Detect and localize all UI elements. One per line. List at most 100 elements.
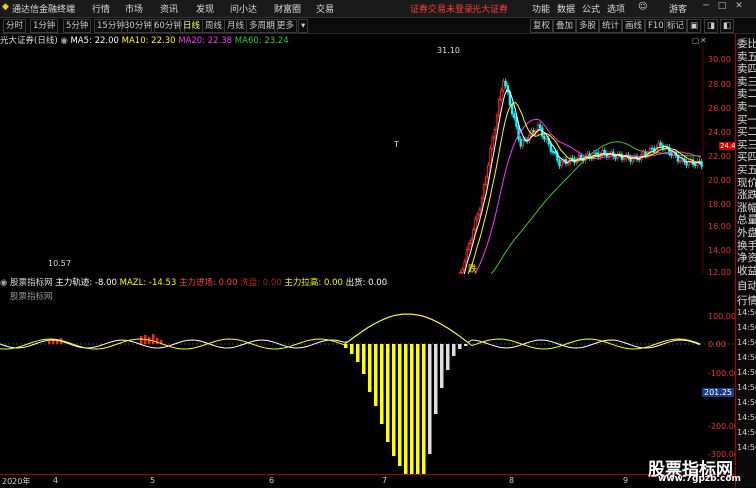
y-tick-30: 30.00 [708,55,731,64]
y-tick-16: 16.00 [708,222,731,231]
menu-options[interactable]: 选项 [607,2,625,15]
layout-icon[interactable]: ▣ [687,19,702,33]
btn-multi-stock[interactable]: 多股 [576,19,600,33]
side-lower-item-4: 14:50 [737,338,756,347]
indicator-settings-icon[interactable]: ◉ [0,278,7,288]
indicator-entry: 主力进场: 0.00 [179,278,238,288]
tab-weekly[interactable]: 周线 [202,19,226,33]
minimize-icon[interactable]: ─ [700,1,712,14]
user-icon[interactable]: ☺ [638,2,647,12]
pullup-bar [458,344,462,349]
menu-trade[interactable]: 交易 [316,2,334,15]
side-lower-item-9: 14:56 [737,413,756,422]
menu-discover[interactable]: 发现 [196,2,214,15]
indicator-info: ◉ 股票指标网 主力轨迹: -8.00 MAZL: -14.53 主力进场: 0… [0,276,387,288]
ind-y-tick-0: 0.00 [708,340,726,349]
last-price-tag: 24.4 [719,142,737,150]
ma60-label: MA60: 23.24 [234,36,289,46]
pullup-bar [422,344,426,474]
pullup-bar [440,344,444,388]
chart-close-icon[interactable]: ✕ [700,36,707,45]
x-label-8: 8 [509,476,515,485]
ma5-line [463,89,702,274]
pullup-bar [356,344,360,362]
ind-y-tick-100: 100.00 [708,312,736,321]
t-marker: T [394,140,399,149]
entry-bar [152,334,155,344]
side-lower-item-6: 14:50 [737,368,756,377]
ma10-line [467,102,701,274]
indicator-sell: 出货: 0.00 [345,278,388,288]
x-label-6: 6 [269,476,275,485]
pullup-bar [434,344,438,414]
side-lower-item-5: 14:50 [737,353,756,362]
indicator-chart[interactable] [0,288,735,474]
btn-draw[interactable]: 画线 [622,19,646,33]
menu-market[interactable]: 行情 [92,2,110,15]
candlestick-chart[interactable] [0,46,735,274]
menu-markets[interactable]: 市场 [125,2,143,15]
pullup-bar [452,344,456,356]
indicator-value-tag: 201.25 [702,388,734,397]
menu-wealth-circle[interactable]: 财富圈 [274,2,301,15]
main-chart-info: 光大证券(日线) ◉ MA5: 22.00 MA10: 22.30 MA20: … [0,34,289,46]
more-dropdown-icon[interactable]: ▾ [298,19,309,33]
entry-bar [48,341,51,344]
side-lower-item-7: 14:50 [737,383,756,392]
expand-icon[interactable]: ◨ [704,19,719,33]
app-logo-icon: ◆ [2,2,9,12]
menu-news[interactable]: 资讯 [160,2,178,15]
pullup-bar [446,344,450,370]
collapse-icon[interactable]: ◧ [720,19,735,33]
btn-statistics[interactable]: 统计 [599,19,623,33]
ma20-label: MA20: 22.38 [178,36,233,46]
close-icon[interactable]: ✕ [733,1,745,14]
btn-adjust[interactable]: 复权 [530,19,554,33]
pullup-bar [350,344,354,354]
tab-daily[interactable]: 日线 [180,19,204,33]
ma10-label: MA10: 22.30 [121,36,176,46]
side-lower-item-1: 行情 [737,295,756,307]
broker-status[interactable]: 证券交易未登录 [410,2,473,15]
side-lower-item-11: 14:56 [737,443,756,452]
pullup-bar [362,344,366,374]
x-label-9: 9 [623,476,629,485]
menu-data[interactable]: 数据 [557,2,575,15]
y-tick-18: 18.00 [708,200,731,209]
pullup-bar [404,344,408,474]
tab-more[interactable]: 更多 [274,19,298,33]
quote-side-panel[interactable]: 委比 卖五 卖四 卖三 卖二 卖一 买一 买二 买三 买四 买五 现价 涨跌 涨幅 总量 外盘 换手 净资 收益 自动… [735,34,756,487]
y-tick-20: 20.00 [708,176,731,185]
menu-function[interactable]: 功能 [532,2,550,15]
pullup-bar [416,344,420,474]
menu-ask[interactable]: 问小达 [230,2,257,15]
maximize-icon[interactable]: □ [716,1,728,14]
chart-expand-icon[interactable]: ▢ [692,36,700,45]
indicator-main-track: 主力轨迹: -8.00 [55,278,117,288]
low-price-label: 10.57 [48,259,71,268]
btn-mark[interactable]: 标记 [664,19,688,33]
tab-1min[interactable]: 1分钟 [30,19,59,33]
entry-bar [140,336,143,344]
tab-30min[interactable]: 30分钟 [121,19,155,33]
y-tick-28: 28.00 [708,80,731,89]
top-menu-bar: ◆ 通达信金融终端 行情 市场 资讯 发现 问小达 财富圈 交易 证券交易未登录… [0,0,756,18]
tab-intraday[interactable]: 分时 [3,19,27,33]
btn-overlay[interactable]: 叠加 [553,19,577,33]
pullup-bar [368,344,372,392]
x-label-5: 5 [150,476,156,485]
tab-5min[interactable]: 5分钟 [63,19,92,33]
indicator-washout: 洗盘: 0.00 [240,278,282,288]
x-label-2020: 2020年 [2,477,31,486]
tab-multi-period[interactable]: 多周期 [246,19,278,33]
guest-label[interactable]: 游客 [669,2,687,15]
side-lower-item-2: 14:50 [737,308,756,317]
indicator-pullup: 主力拉高: 0.00 [284,278,343,288]
indicator-name[interactable]: 股票指标网 [10,278,53,288]
broker-name[interactable]: 光大证券 [472,2,508,15]
tab-monthly[interactable]: 月线 [224,19,248,33]
menu-formula[interactable]: 公式 [582,2,600,15]
side-lower-item-10: 14:56 [737,428,756,437]
x-label-7: 7 [382,476,388,485]
settings-icon[interactable]: ◉ [60,36,67,46]
